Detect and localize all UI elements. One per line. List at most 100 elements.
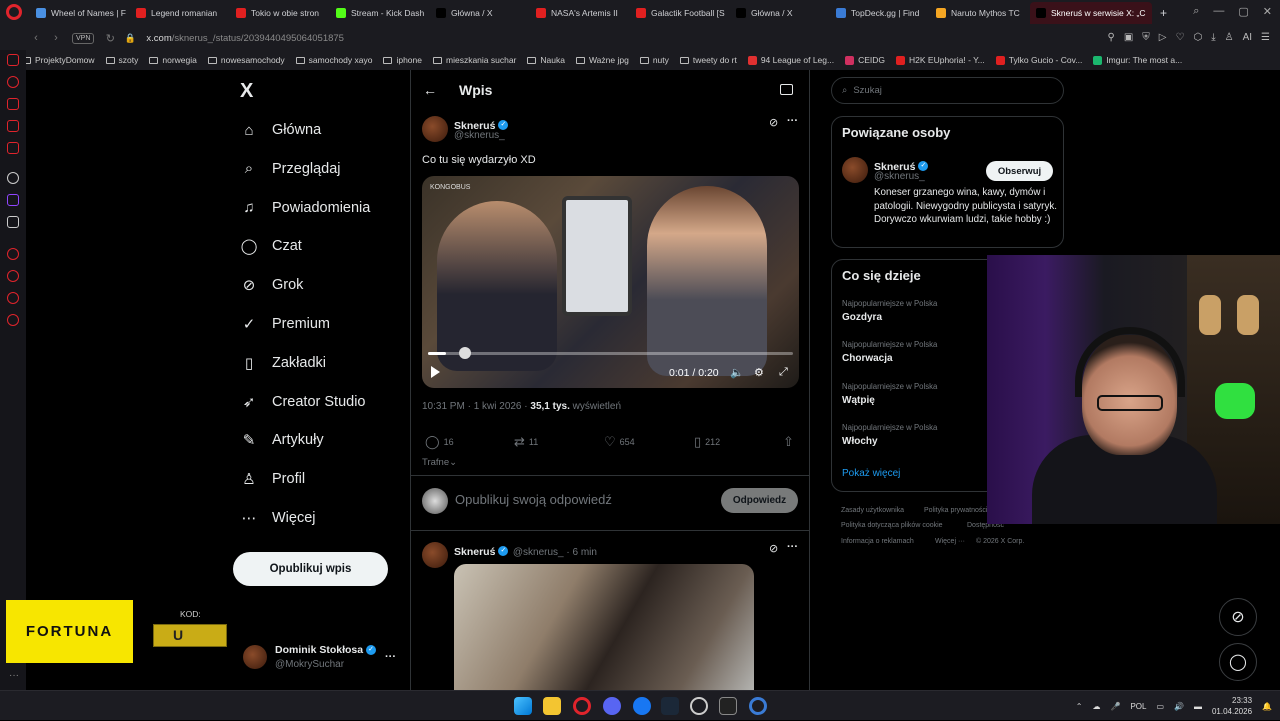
settings-icon[interactable] — [7, 314, 19, 326]
browser-tab[interactable]: Skneruś w serwisie X: „C✕ — [1030, 2, 1152, 24]
browser-tab[interactable]: NASA's Artemis II — [530, 2, 630, 24]
more-options-icon[interactable]: ··· — [385, 651, 396, 663]
reply-action[interactable]: ◯ 16 — [425, 434, 454, 450]
share-action[interactable]: ⇧ — [783, 434, 794, 450]
sidebar-app-icon[interactable] — [7, 76, 19, 88]
ai-button[interactable]: AI — [1243, 32, 1252, 43]
play-icon[interactable] — [431, 366, 440, 378]
trend-item[interactable]: Gozdyra — [842, 312, 882, 323]
author-avatar[interactable] — [422, 116, 448, 142]
grok-explain-icon[interactable]: ⊘ — [769, 542, 778, 555]
screenshot-icon[interactable]: ▣ — [1124, 32, 1133, 43]
like-action[interactable]: ♡ 654 — [604, 434, 635, 450]
show-more-link[interactable]: Pokaż więcej — [842, 468, 900, 479]
browser-tab[interactable]: Główna / X — [430, 2, 530, 24]
search-input[interactable]: ⌕ Szukaj — [831, 77, 1064, 104]
video-settings-icon[interactable]: ⚙ — [754, 366, 764, 379]
volume-icon[interactable]: 🔈 — [730, 366, 744, 379]
maximize-icon[interactable]: ▢ — [1238, 5, 1248, 18]
nav-item-grok[interactable]: ⊘ Grok — [240, 276, 304, 294]
browser-tab[interactable]: Główna / X — [730, 2, 830, 24]
trend-item[interactable]: Wątpię — [842, 395, 875, 406]
nav-item-chat[interactable]: ◯ Czat — [240, 237, 302, 255]
clock[interactable]: 23:33 01.04.2026 — [1212, 695, 1252, 717]
video-player[interactable]: KONGOBUS — [422, 176, 799, 388]
post-time[interactable]: 10:31 PM · 1 kwi 2026 · — [422, 401, 530, 412]
forward-icon[interactable]: › — [46, 32, 66, 44]
tab-search-icon[interactable]: ⌕ — [1193, 5, 1199, 18]
nav-item-bookmark[interactable]: ▯ Zakładki — [240, 354, 326, 372]
bookmark-item[interactable]: samochody xayo — [295, 55, 372, 65]
bookmark-item[interactable]: CEIDG — [845, 55, 885, 65]
lock-icon[interactable]: 🔒 — [120, 33, 140, 44]
reply-video[interactable] — [454, 564, 754, 690]
browser-tab[interactable]: Stream - Kick Dash — [330, 2, 430, 24]
bookmark-item[interactable]: ProjektyDomow — [22, 55, 95, 65]
minimize-icon[interactable]: — — [1213, 5, 1224, 18]
browser-tab[interactable]: Wheel of Names | F — [30, 2, 130, 24]
grok-float-icon[interactable]: ⊘ — [1219, 598, 1257, 636]
reload-icon[interactable]: ↻ — [100, 32, 120, 45]
terminal-icon[interactable] — [719, 697, 737, 715]
post-more-icon[interactable]: ··· — [787, 541, 798, 553]
play-icon[interactable]: ▷ — [1159, 32, 1167, 43]
x-sidebar-icon[interactable] — [7, 216, 19, 228]
sidebar-app-icon[interactable] — [7, 292, 19, 304]
bookmark-item[interactable]: norwegia — [149, 55, 197, 65]
download-icon[interactable]: ⤓ — [1211, 32, 1215, 43]
bookmark-item[interactable]: 94 League of Leg... — [747, 55, 834, 65]
bookmark-item[interactable]: iphone — [383, 55, 422, 65]
author-handle[interactable]: @sknerus_ — [454, 130, 505, 141]
discord-icon[interactable] — [603, 697, 621, 715]
notification-icon[interactable]: 🔔 — [1262, 702, 1272, 711]
new-tab-icon[interactable]: + — [1154, 2, 1173, 24]
footer-more[interactable]: Więcej ··· — [935, 538, 965, 545]
bookmark-item[interactable]: Tylko Gucio - Cov... — [995, 55, 1082, 65]
app-icon[interactable] — [690, 697, 708, 715]
fullscreen-icon[interactable]: ⤢ — [779, 366, 788, 379]
heart-icon[interactable]: ♡ — [1175, 32, 1184, 43]
back-arrow-icon[interactable]: ← — [423, 82, 437, 98]
shield-icon[interactable]: ⛨ — [1142, 32, 1150, 43]
reply-author-avatar[interactable] — [422, 542, 448, 568]
back-icon[interactable]: ‹ — [26, 32, 46, 44]
nav-item-articles[interactable]: ✎ Artykuły — [240, 431, 324, 449]
bookmark-item[interactable]: mieszkania suchar — [433, 55, 516, 65]
app-icon[interactable] — [749, 697, 767, 715]
sidebar-app-icon[interactable] — [7, 248, 19, 260]
reply-author-row[interactable]: Skneruś ✓ @sknerus_ · 6 min — [454, 542, 597, 560]
messages-float-icon[interactable]: ◯ — [1219, 643, 1257, 681]
history-icon[interactable] — [7, 270, 19, 282]
volume-tray-icon[interactable]: 🔊 — [1174, 702, 1184, 711]
profile-browser-icon[interactable]: ♙ — [1225, 32, 1234, 43]
tray-chevron-icon[interactable]: ⌃ — [1076, 702, 1083, 711]
menu-icon[interactable]: ☰ — [1261, 32, 1270, 43]
sidebar-app-icon[interactable] — [7, 142, 19, 154]
sidebar-more-icon[interactable]: ··· — [9, 670, 19, 681]
bookmark-item[interactable]: tweety do rt — [679, 55, 737, 65]
language-indicator[interactable]: POL — [1130, 702, 1146, 711]
footer-cookies[interactable]: Polityka dotycząca plików cookie — [841, 522, 943, 529]
video-scrub-handle[interactable] — [459, 347, 471, 359]
nav-item-profile[interactable]: ♙ Profil — [240, 470, 305, 488]
trend-item[interactable]: Chorwacja — [842, 353, 893, 364]
sidebar-app-icon[interactable] — [7, 54, 19, 66]
nav-item-rocket[interactable]: ➶ Creator Studio — [240, 393, 366, 411]
sidebar-app-icon[interactable] — [7, 120, 19, 132]
extensions-icon[interactable]: ⬡ — [1193, 32, 1202, 43]
url-field[interactable]: x.com/sknerus_/status/203944049506405187… — [146, 33, 344, 44]
nav-item-premium[interactable]: ✓ Premium — [240, 315, 330, 333]
facebook-icon[interactable] — [633, 697, 651, 715]
bookmark-item[interactable]: szoty — [105, 55, 138, 65]
footer-privacy[interactable]: Polityka prywatności — [924, 507, 987, 514]
bookmark-item[interactable]: Nauka — [527, 55, 565, 65]
file-explorer-icon[interactable] — [543, 697, 561, 715]
close-window-icon[interactable]: ✕ — [1263, 5, 1272, 18]
twitch-icon[interactable] — [7, 194, 19, 206]
chatgpt-icon[interactable] — [7, 172, 19, 184]
tray-cloud-icon[interactable]: ☁ — [1092, 702, 1100, 711]
nav-item-bell[interactable]: ♫ Powiadomienia — [240, 199, 370, 217]
steam-icon[interactable] — [661, 697, 679, 715]
battery-icon[interactable]: ▬ — [1194, 702, 1202, 711]
bookmark-item[interactable]: nuty — [639, 55, 669, 65]
